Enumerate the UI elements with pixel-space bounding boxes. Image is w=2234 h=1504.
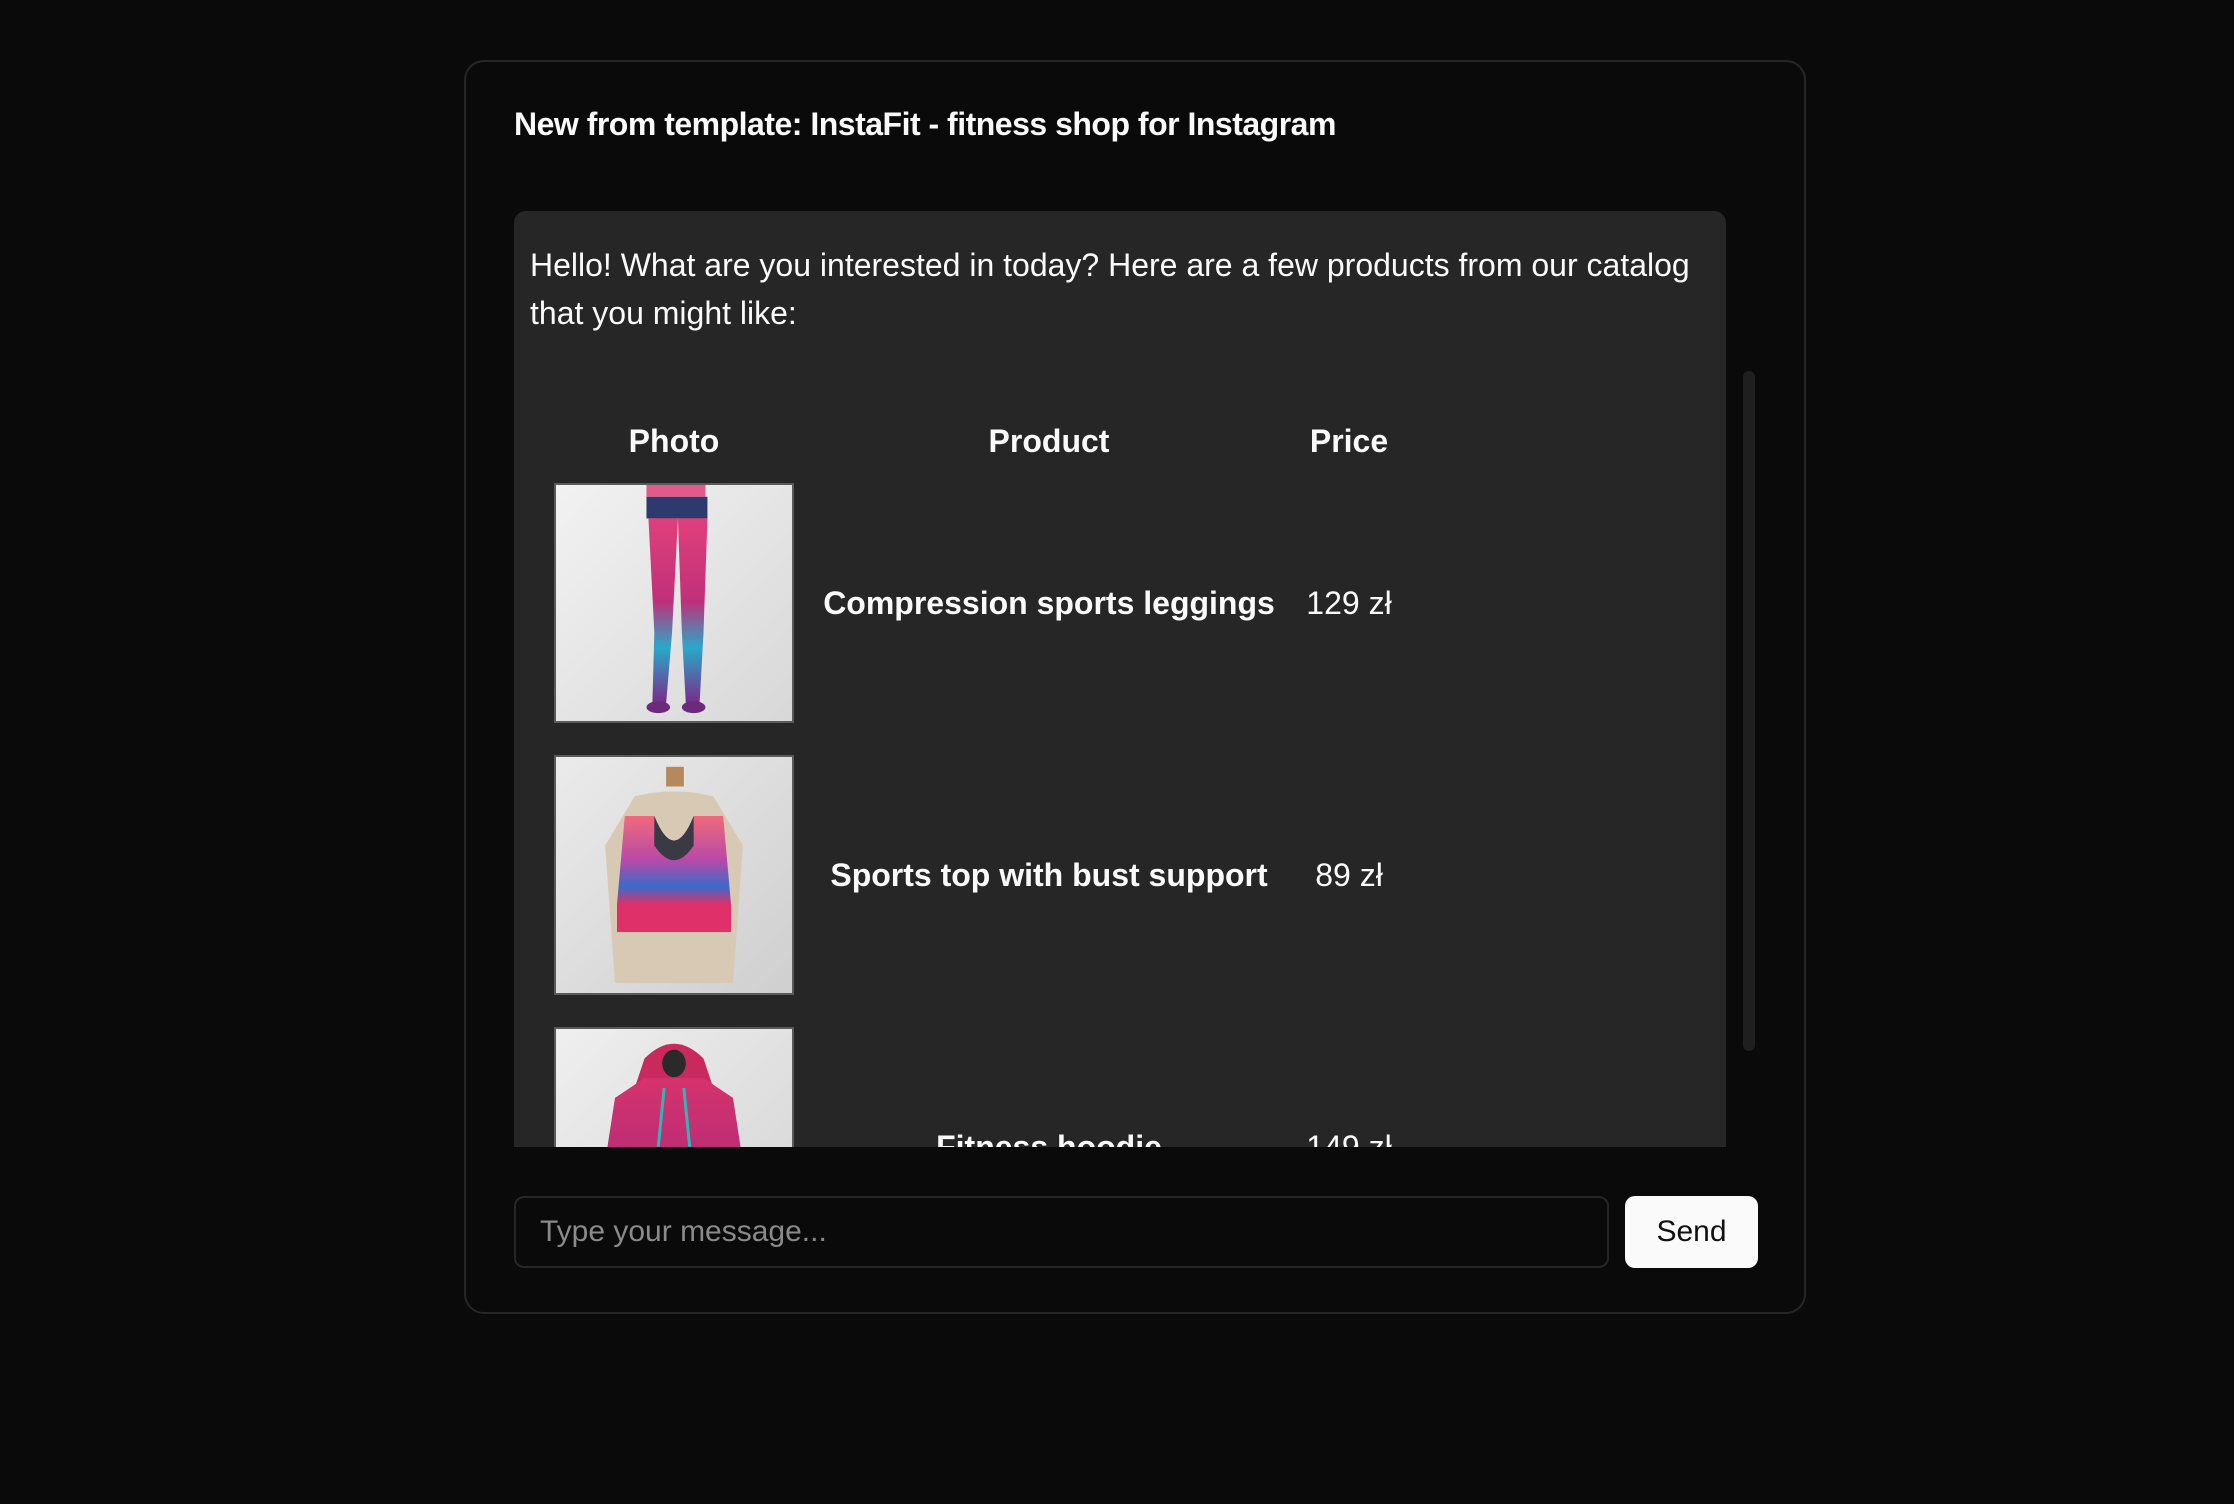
leggings-photo[interactable] [554,483,794,723]
sports-top-photo[interactable] [554,755,794,995]
table-row: Fitness hoodie 149 zł [514,1027,1454,1147]
table-row: Compression sports leggings 129 zł [514,483,1454,723]
product-name: Sports top with bust support [830,856,1268,893]
sports-top-image [556,757,792,993]
assistant-message: Hello! What are you interested in today?… [530,247,1690,331]
column-header-photo: Photo [628,423,720,459]
column-header-product: Product [988,423,1110,459]
leggings-image [556,485,792,721]
column-header-price: Price [1309,423,1389,459]
product-price: 89 zł [1315,856,1383,893]
product-name: Fitness hoodie [936,1128,1162,1148]
message-input[interactable] [514,1196,1609,1268]
product-price: 129 zł [1306,584,1392,621]
message-scrollbar[interactable] [1743,371,1755,1051]
product-price: 149 zł [1306,1128,1392,1148]
table-row: Sports top with bust support 89 zł [514,755,1454,995]
message-area: Hello! What are you interested in today?… [514,211,1726,1147]
chat-card: New from template: InstaFit - fitness sh… [464,60,1806,1314]
hoodie-photo[interactable] [554,1027,794,1147]
hoodie-image [556,1029,792,1147]
card-title: New from template: InstaFit - fitness sh… [514,106,1336,142]
send-button[interactable]: Send [1625,1196,1758,1268]
product-name: Compression sports leggings [823,584,1275,621]
